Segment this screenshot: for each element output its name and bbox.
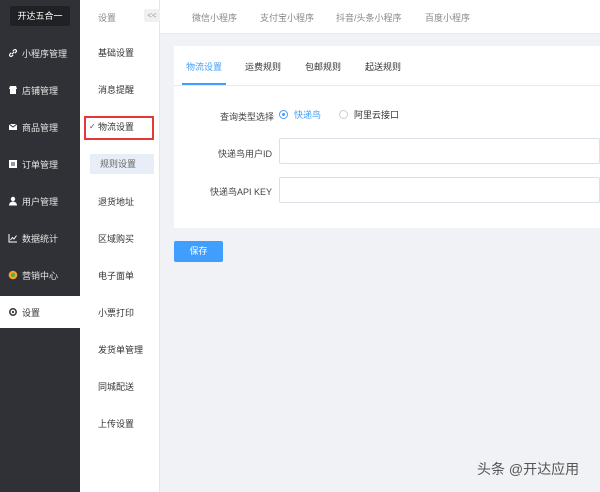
watermark: 头条 @开达应用 <box>477 461 580 477</box>
check-icon: ✓ <box>89 122 96 131</box>
query-type-label: 查询类型选择 <box>219 112 274 122</box>
sidebar-item-label: 小程序管理 <box>22 48 68 59</box>
sidebar-item-store[interactable]: 店铺管理 <box>0 74 80 106</box>
sidebar-item-label: 数据统计 <box>22 233 59 244</box>
sidebar-item-label: 设置 <box>22 307 41 318</box>
radio-label: 快递鸟 <box>294 110 322 120</box>
sidebar-item-marketing[interactable]: 营销中心 <box>0 259 80 291</box>
radio-kdniao[interactable]: 快递鸟 <box>279 108 321 121</box>
submenu-item-waybill[interactable]: 电子面单 <box>80 266 160 286</box>
tab-wechat[interactable]: 微信小程序 <box>192 11 237 24</box>
gear-icon <box>8 307 18 317</box>
sidebar-item-orders[interactable]: 订单管理 <box>0 148 80 180</box>
submenu-item-local-delivery[interactable]: 同城配送 <box>80 377 160 397</box>
sidebar-item-label: 营销中心 <box>22 270 59 281</box>
sidebar-item-miniprogram[interactable]: 小程序管理 <box>0 37 80 69</box>
tab-freight-rules[interactable]: 运费规则 <box>245 60 281 73</box>
order-icon <box>8 159 18 169</box>
sidebar-item-stats[interactable]: 数据统计 <box>0 222 80 254</box>
sidebar-item-label: 店铺管理 <box>22 85 59 96</box>
user-id-label: 快递鸟用户ID <box>217 149 272 159</box>
marketing-icon <box>8 270 18 280</box>
sidebar-item-settings[interactable]: 设置 <box>0 296 80 328</box>
sidebar-item-label: 用户管理 <box>22 196 59 207</box>
user-id-input[interactable] <box>279 138 600 164</box>
submenu-item-receipt[interactable]: 小票打印 <box>80 303 160 323</box>
api-key-label: 快递鸟API KEY <box>209 187 272 197</box>
tab-douyin[interactable]: 抖音/头条小程序 <box>336 11 402 24</box>
active-tab-indicator <box>182 83 226 85</box>
submenu-item-return-address[interactable]: 退货地址 <box>80 192 160 212</box>
tab-logistics[interactable]: 物流设置 <box>186 60 222 73</box>
submenu-header: 设置 <box>98 13 117 23</box>
radio-aliyun[interactable]: 阿里云接口 <box>339 108 399 121</box>
sidebar-item-users[interactable]: 用户管理 <box>0 185 80 217</box>
link-icon <box>8 48 18 58</box>
tab-min-order[interactable]: 起送规则 <box>365 60 401 73</box>
tab-alipay[interactable]: 支付宝小程序 <box>260 11 314 24</box>
store-icon <box>8 85 18 95</box>
submenu-item-region[interactable]: 区域购买 <box>80 229 160 249</box>
chart-icon <box>8 233 18 243</box>
submenu-item-upload[interactable]: 上传设置 <box>80 414 160 434</box>
api-key-input[interactable] <box>279 177 600 203</box>
settings-tabs: 物流设置 运费规则 包邮规则 起送规则 <box>174 46 600 86</box>
main-sidebar: 开达五合一 小程序管理 店铺管理 商品管理 订单管理 用户管理 数据统计 营销中… <box>0 0 80 492</box>
user-icon <box>8 196 18 206</box>
submenu-item-rules[interactable]: 规则设置 <box>90 154 154 174</box>
radio-dot <box>339 110 348 119</box>
tab-free-shipping[interactable]: 包邮规则 <box>305 60 341 73</box>
platform-tabs: 微信小程序 支付宝小程序 抖音/头条小程序 百度小程序 <box>160 0 600 34</box>
sidebar-item-label: 订单管理 <box>22 159 59 170</box>
save-button[interactable]: 保存 <box>174 241 223 262</box>
collapse-button[interactable]: << <box>144 9 160 22</box>
sidebar-item-label: 商品管理 <box>22 122 59 133</box>
submenu-item-basic[interactable]: 基础设置 <box>80 43 160 63</box>
box-icon <box>8 122 18 132</box>
radio-dot <box>279 110 288 119</box>
submenu-item-notify[interactable]: 消息提醒 <box>80 80 160 100</box>
sidebar-item-products[interactable]: 商品管理 <box>0 111 80 143</box>
submenu-item-shipping-docs[interactable]: 发货单管理 <box>80 340 160 360</box>
submenu-item-logistics[interactable]: ✓ 物流设置 <box>84 116 154 140</box>
tab-baidu[interactable]: 百度小程序 <box>425 11 470 24</box>
settings-card: 物流设置 运费规则 包邮规则 起送规则 查询类型选择 快递鸟 阿里云接口 快递鸟… <box>174 46 600 228</box>
radio-label: 阿里云接口 <box>354 110 400 120</box>
submenu-item-label: 物流设置 <box>98 122 135 132</box>
brand-logo: 开达五合一 <box>10 6 70 26</box>
